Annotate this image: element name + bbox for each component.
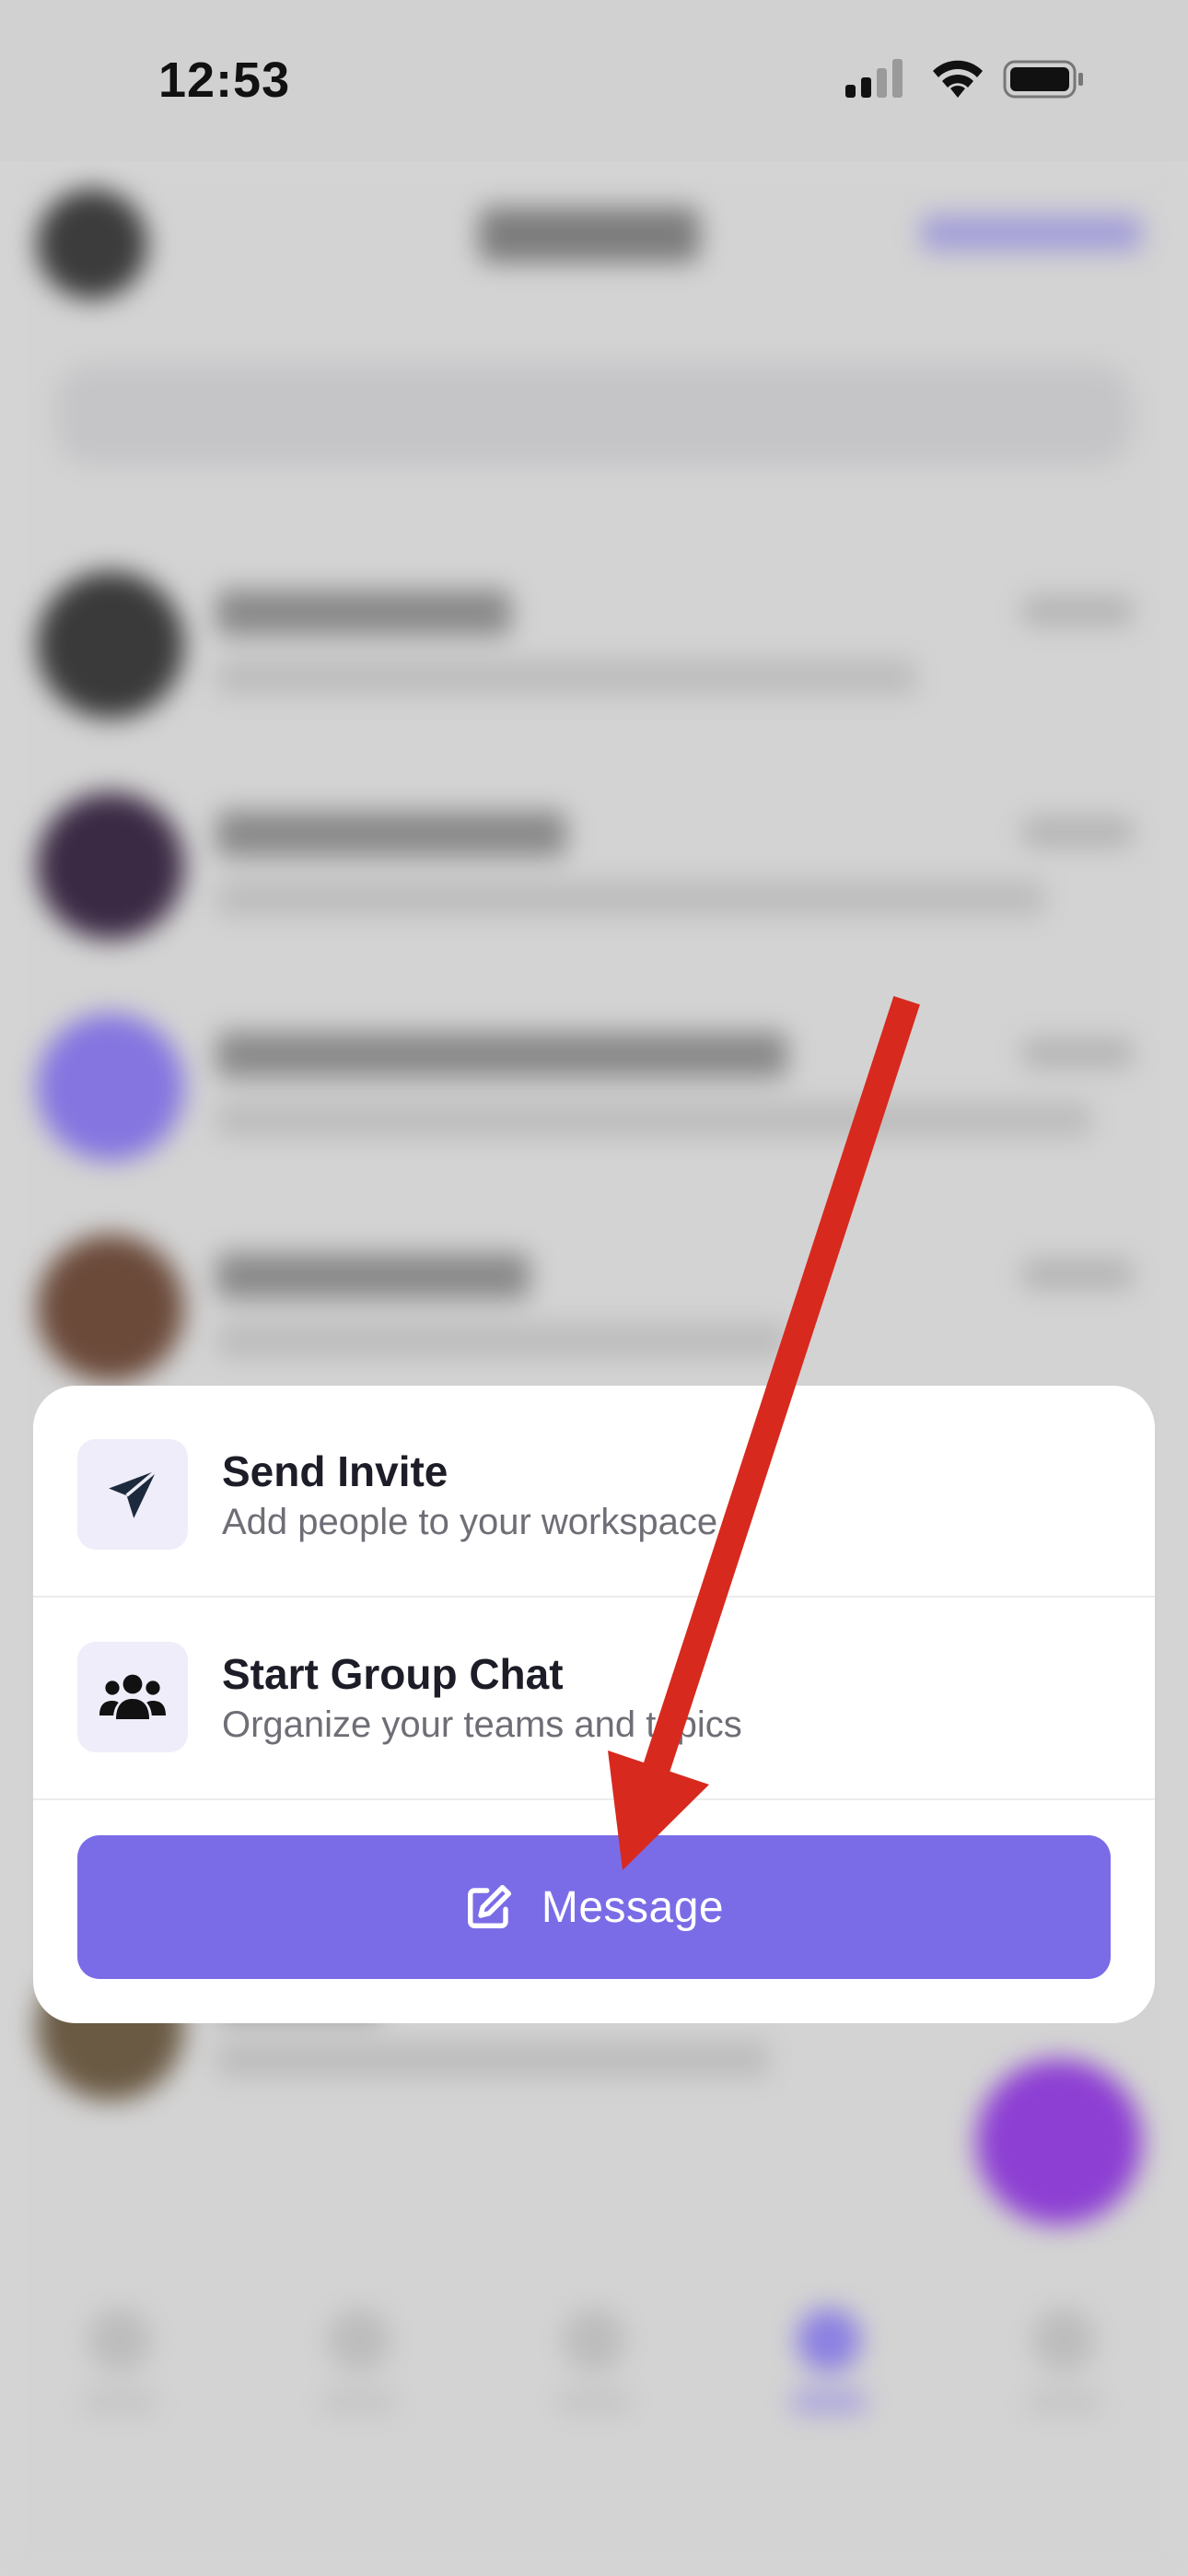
bg-time — [1022, 1259, 1133, 1290]
bg-chat-row — [0, 534, 1188, 737]
bg-avatar — [37, 1013, 184, 1161]
bg-time — [1022, 595, 1133, 626]
bg-profile-avatar — [37, 189, 147, 299]
status-icons — [845, 59, 1083, 99]
wifi-icon — [933, 60, 983, 98]
send-invite-subtitle: Add people to your workspace — [222, 1502, 718, 1542]
bg-message — [216, 1322, 787, 1359]
battery-icon — [1003, 60, 1083, 99]
group-chat-icon-box — [77, 1642, 188, 1752]
bg-avatar — [37, 1235, 184, 1382]
bg-tab-icon — [327, 2308, 391, 2372]
bg-header-link-placeholder — [921, 215, 1142, 252]
start-group-chat-subtitle: Organize your teams and topics — [222, 1704, 742, 1745]
bg-avatar — [37, 792, 184, 940]
bg-time — [1022, 1037, 1133, 1069]
compose-icon — [467, 1884, 511, 1928]
bg-header — [0, 161, 1188, 465]
bg-floating-action-button — [976, 2059, 1142, 2225]
bg-tab-icon — [1031, 2308, 1096, 2372]
bg-message — [216, 2041, 769, 2078]
bg-tab-icon — [87, 2308, 152, 2372]
bg-name — [216, 811, 566, 857]
bg-search-bar — [55, 364, 1133, 465]
message-button[interactable]: Message — [77, 1835, 1111, 1979]
send-invite-title: Send Invite — [222, 1447, 448, 1495]
bg-tab-label — [557, 2391, 631, 2413]
message-button-label: Message — [541, 1882, 725, 1932]
bg-name — [216, 590, 511, 636]
bg-tab-label — [322, 2391, 396, 2413]
bg-tab-label — [83, 2391, 157, 2413]
bg-tab-label — [1027, 2391, 1101, 2413]
bg-message — [216, 1101, 1091, 1138]
cellular-signal-icon — [845, 59, 903, 98]
bg-avatar — [37, 571, 184, 719]
bg-chat-row — [0, 755, 1188, 958]
bg-chat-row — [0, 977, 1188, 1179]
bg-chat-row — [0, 1198, 1188, 1400]
status-time: 12:53 — [158, 53, 291, 108]
background-app-blurred — [0, 161, 1188, 2576]
bg-name — [216, 1253, 530, 1299]
start-group-chat-option[interactable]: Start Group Chat Organize your teams and… — [33, 1588, 1155, 1791]
group-people-icon — [99, 1674, 166, 1719]
send-invite-icon-box — [77, 1439, 188, 1550]
bg-tab-icon — [562, 2308, 626, 2372]
bg-tab-bar — [0, 2271, 1188, 2455]
bg-time — [1022, 816, 1133, 848]
paper-plane-icon — [109, 1469, 157, 1518]
action-sheet: Send Invite Add people to your workspace… — [33, 1386, 1155, 2023]
bg-tab-label — [792, 2391, 866, 2413]
send-invite-option[interactable]: Send Invite Add people to your workspace — [33, 1386, 1155, 1588]
bg-title-placeholder — [479, 207, 700, 263]
start-group-chat-title: Start Group Chat — [222, 1650, 564, 1698]
divider — [33, 1798, 1155, 1800]
status-bar: 12:53 — [0, 0, 1188, 161]
bg-name — [216, 1032, 787, 1078]
bg-tab-icon — [797, 2308, 861, 2372]
bg-message — [216, 880, 1045, 917]
bg-message — [216, 659, 916, 696]
